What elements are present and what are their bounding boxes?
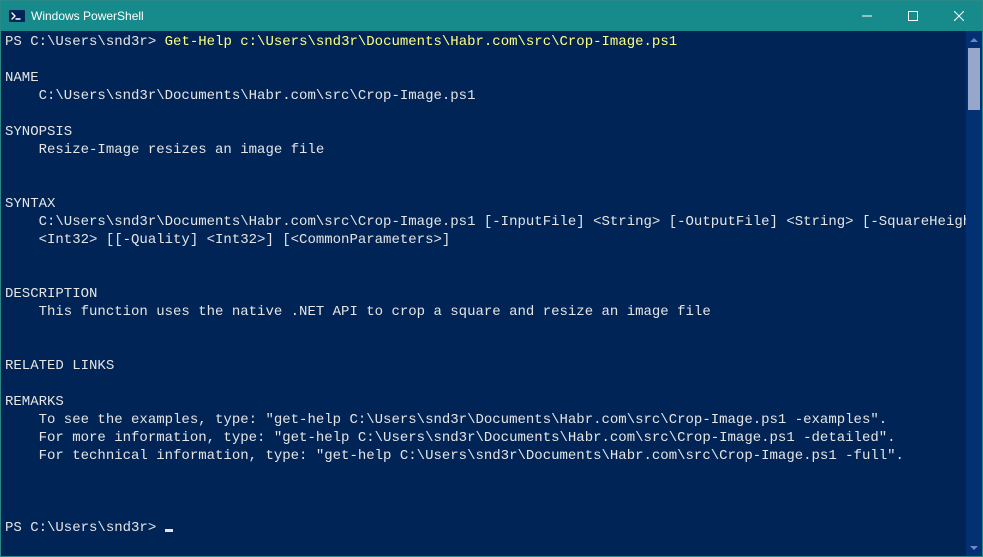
section-description-heading: DESCRIPTION xyxy=(5,286,97,302)
chevron-up-icon xyxy=(970,38,978,42)
section-name-heading: NAME xyxy=(5,70,39,86)
close-icon xyxy=(954,11,964,21)
prompt-line-1: PS C:\Users\snd3r> xyxy=(5,34,165,50)
close-button[interactable] xyxy=(936,1,982,31)
maximize-icon xyxy=(908,11,918,21)
minimize-button[interactable] xyxy=(844,1,890,31)
window-title: Windows PowerShell xyxy=(31,9,144,23)
section-description-value: This function uses the native .NET API t… xyxy=(5,304,711,320)
section-remarks-line-1: To see the examples, type: "get-help C:\… xyxy=(5,412,887,428)
scroll-up-button[interactable] xyxy=(966,31,982,48)
terminal-output[interactable]: PS C:\Users\snd3r> Get-Help c:\Users\snd… xyxy=(1,31,966,556)
section-remarks-line-2: For more information, type: "get-help C:… xyxy=(5,430,896,446)
text-cursor xyxy=(165,529,173,532)
section-synopsis-heading: SYNOPSIS xyxy=(5,124,72,140)
section-remarks-heading: REMARKS xyxy=(5,394,64,410)
chevron-down-icon xyxy=(970,546,978,550)
section-related-links-heading: RELATED LINKS xyxy=(5,358,114,374)
maximize-button[interactable] xyxy=(890,1,936,31)
command-text: Get-Help c:\Users\snd3r\Documents\Habr.c… xyxy=(165,34,677,50)
terminal-area: PS C:\Users\snd3r> Get-Help c:\Users\snd… xyxy=(1,31,982,556)
section-synopsis-value: Resize-Image resizes an image file xyxy=(5,142,324,158)
minimize-icon xyxy=(862,11,872,21)
section-name-value: C:\Users\snd3r\Documents\Habr.com\src\Cr… xyxy=(5,88,475,104)
scroll-down-button[interactable] xyxy=(966,539,982,556)
vertical-scrollbar[interactable] xyxy=(966,31,982,556)
section-syntax-line-2: <Int32> [[-Quality] <Int32>] [<CommonPar… xyxy=(5,232,450,248)
titlebar[interactable]: Windows PowerShell xyxy=(1,1,982,31)
section-syntax-line-1: C:\Users\snd3r\Documents\Habr.com\src\Cr… xyxy=(5,214,966,230)
powershell-icon xyxy=(9,8,25,24)
prompt-line-2: PS C:\Users\snd3r> xyxy=(5,520,165,536)
section-remarks-line-3: For technical information, type: "get-he… xyxy=(5,448,904,464)
section-syntax-heading: SYNTAX xyxy=(5,196,55,212)
scroll-thumb[interactable] xyxy=(968,48,980,110)
powershell-window: Windows PowerShell PS C:\Users\snd3r> Ge… xyxy=(0,0,983,557)
